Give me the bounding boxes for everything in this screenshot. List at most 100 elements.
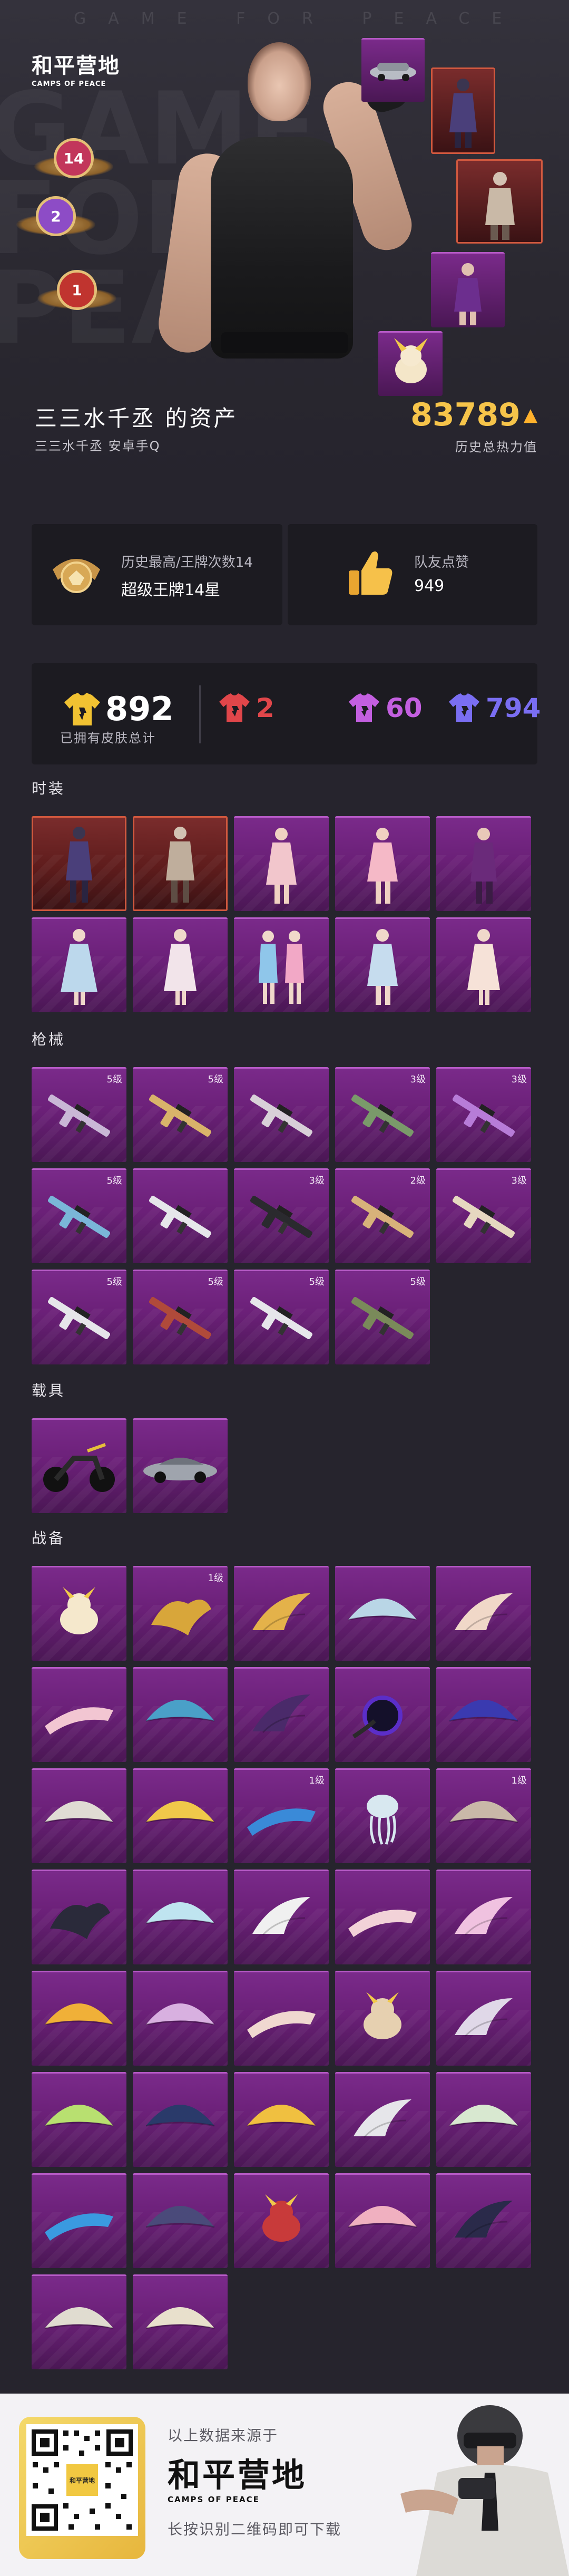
dragon-icon [151, 1599, 211, 1635]
gun-item[interactable]: 5级 [133, 1067, 228, 1162]
gear-item[interactable] [32, 1971, 126, 2066]
gear-item[interactable] [234, 1971, 329, 2066]
gear-item[interactable] [133, 2072, 228, 2167]
likes-value: 949 [414, 577, 445, 595]
parachute-icon [145, 1902, 215, 1924]
gear-item[interactable] [335, 1971, 430, 2066]
gear-item[interactable] [133, 2274, 228, 2369]
wing-icon [252, 1896, 310, 1935]
pet-icon [262, 2194, 300, 2242]
gear-item[interactable] [335, 2072, 430, 2167]
gun-item[interactable] [234, 1067, 329, 1162]
footer-logo: 和平营地 CAMPS OF PEACE [168, 2448, 307, 2504]
gun-item[interactable] [133, 1168, 228, 1263]
gear-item[interactable] [133, 1870, 228, 1964]
item-level: 3级 [511, 1074, 527, 1085]
outfit-item[interactable] [234, 816, 329, 911]
outfit-item[interactable] [32, 917, 126, 1012]
outfit-item[interactable] [234, 917, 329, 1012]
outfit-item[interactable] [133, 917, 228, 1012]
parachute-icon [145, 2205, 215, 2228]
gun-item[interactable]: 3级 [234, 1168, 329, 1263]
gun-item[interactable]: 5级 [32, 1270, 126, 1364]
qr-code[interactable]: 和平营地 [19, 2417, 145, 2559]
gun-item[interactable]: 3级 [436, 1067, 531, 1162]
gear-item[interactable] [32, 2274, 126, 2369]
outfit-item[interactable] [335, 917, 430, 1012]
gear-item[interactable] [32, 1566, 126, 1661]
gun-item[interactable]: 5级 [234, 1270, 329, 1364]
gear-item[interactable] [335, 1667, 430, 1762]
gear-item[interactable] [335, 1768, 430, 1863]
rifle-icon [452, 1094, 515, 1137]
outfit-item[interactable] [32, 816, 126, 911]
gear-item[interactable] [32, 2072, 126, 2167]
gear-item[interactable] [436, 1971, 531, 2066]
gear-item[interactable] [234, 1667, 329, 1762]
qr-logo: 和平营地 [66, 2464, 98, 2496]
featured-outfit-2[interactable] [456, 159, 543, 244]
rank-badge-3[interactable]: 1 [37, 264, 116, 316]
gun-item[interactable]: 3级 [335, 1067, 430, 1162]
gear-item[interactable] [335, 2173, 430, 2268]
gun-item[interactable]: 5级 [32, 1168, 126, 1263]
gear-item[interactable] [133, 2173, 228, 2268]
gear-item[interactable] [436, 2173, 531, 2268]
motorcycle-icon [43, 1442, 115, 1492]
gear-item[interactable]: 1级 [234, 1768, 329, 1863]
gear-item[interactable] [234, 2072, 329, 2167]
owned-skins-panel: 892 已拥有皮肤总计 2 60 794 [32, 663, 541, 764]
owned-total-label: 已拥有皮肤总计 [60, 731, 156, 745]
best-rank-card[interactable]: 历史最高/王牌次数14 超级王牌14星 [32, 524, 282, 625]
gear-item[interactable] [133, 1667, 228, 1762]
divider [199, 685, 201, 743]
vehicle-item[interactable] [32, 1418, 126, 1513]
outfit-icon [266, 827, 297, 904]
gear-item[interactable] [234, 1566, 329, 1661]
outfit-icon [367, 928, 398, 1005]
wing-icon [455, 2200, 513, 2239]
parachute-icon [449, 2104, 518, 2126]
wing-icon [252, 1694, 310, 1733]
gear-item[interactable] [436, 1566, 531, 1661]
outfit-item[interactable] [133, 816, 228, 911]
wing-icon [354, 2099, 411, 2138]
gear-item[interactable] [32, 2173, 126, 2268]
heat-value: 83789 ▲ [410, 396, 537, 433]
likes-card[interactable]: 队友点赞 949 [288, 524, 537, 625]
gear-item[interactable] [436, 1870, 531, 1964]
outfit-item[interactable] [436, 917, 531, 1012]
gear-item[interactable] [32, 1667, 126, 1762]
featured-outfit-3[interactable] [431, 252, 505, 327]
gear-item[interactable] [436, 2072, 531, 2167]
vehicle-item[interactable] [133, 1418, 228, 1513]
rank-badge-2[interactable]: 2 [16, 190, 95, 243]
gear-item[interactable] [335, 1566, 430, 1661]
parachute-icon [145, 2307, 215, 2329]
rifle-icon [452, 1195, 515, 1238]
gear-item[interactable]: 1级 [436, 1768, 531, 1863]
gear-item[interactable] [32, 1768, 126, 1863]
section-title-vehicles: 载具 [32, 1382, 66, 1399]
rank-badge-1[interactable]: 14 [34, 132, 113, 185]
outfit-item[interactable] [436, 816, 531, 911]
featured-vehicle[interactable] [361, 38, 425, 102]
gun-item[interactable]: 2级 [335, 1168, 430, 1263]
featured-pet[interactable] [378, 331, 443, 396]
item-level: 5级 [106, 1276, 122, 1287]
gun-item[interactable]: 3级 [436, 1168, 531, 1263]
rifle-icon [149, 1296, 212, 1339]
gear-item[interactable] [133, 1768, 228, 1863]
outfit-item[interactable] [335, 816, 430, 911]
featured-outfit-1[interactable] [431, 67, 495, 154]
gun-item[interactable]: 5级 [335, 1270, 430, 1364]
gear-item[interactable]: 1级 [133, 1566, 228, 1661]
gear-item[interactable] [234, 2173, 329, 2268]
gear-item[interactable] [133, 1971, 228, 2066]
gun-item[interactable]: 5级 [32, 1067, 126, 1162]
gun-item[interactable]: 5级 [133, 1270, 228, 1364]
gear-item[interactable] [436, 1667, 531, 1762]
gear-item[interactable] [234, 1870, 329, 1964]
gear-item[interactable] [32, 1870, 126, 1964]
gear-item[interactable] [335, 1870, 430, 1964]
